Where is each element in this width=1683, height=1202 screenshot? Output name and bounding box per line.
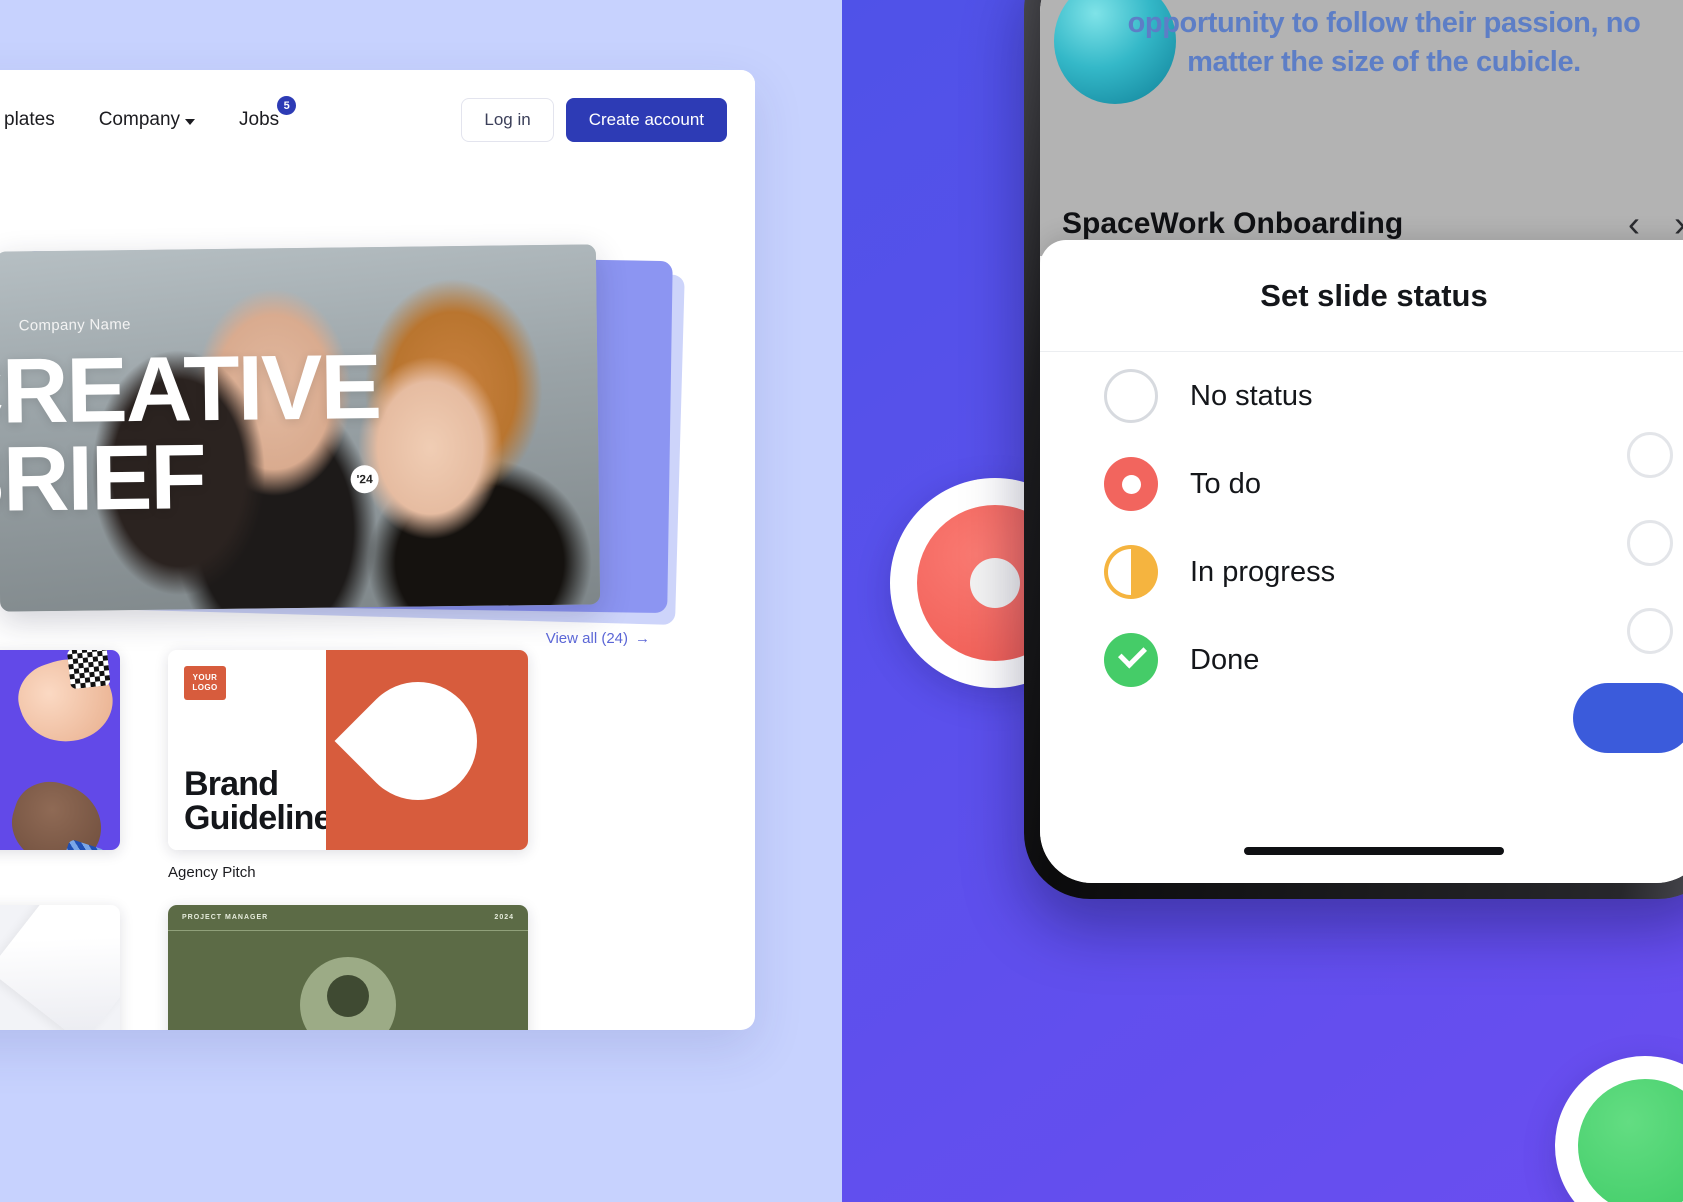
pm-header-row: PROJECT MANAGER 2024 — [168, 905, 528, 931]
hero-template-card[interactable]: Company Name CREATIVE BRIEF '24 — [0, 244, 601, 612]
template-thumb-virtual-offsite: YOUR LOGO Virtual Offsite January 2024 — [0, 650, 120, 850]
nav-label-company: Company — [98, 109, 181, 130]
view-all-label: View all (24) — [545, 630, 628, 647]
status-option-in-progress[interactable]: In progress — [1040, 528, 1683, 616]
template-card-project-manager[interactable]: PROJECT MANAGER 2024 Elliot Griffin — [168, 905, 528, 1030]
nav-label-templates: plates — [4, 109, 55, 130]
hero-title-line2: BRIEF — [0, 426, 206, 532]
slide-quote-text: To provide every person with an opportun… — [1127, 0, 1641, 78]
decorative-done-circle-icon — [1555, 1056, 1683, 1202]
nav-item-jobs[interactable]: Jobs 5 — [239, 96, 297, 131]
status-option-to-do[interactable]: To do — [1040, 440, 1683, 528]
template-card-virtual-offsite[interactable]: YOUR LOGO Virtual Offsite January 2024 — [0, 650, 120, 881]
template-title-brand-guidelines: Brand Guidelines — [184, 764, 351, 838]
view-all-link[interactable]: View all (24) → — [546, 630, 650, 647]
hand-pointing-icon — [9, 650, 120, 755]
jobs-count-badge: 5 — [277, 96, 297, 115]
template-thumb-brand-guidelines: YOUR LOGO Brand Guidelines — [168, 650, 528, 850]
phone-mockup: To provide every person with an opportun… — [1024, 0, 1683, 899]
template-card-brand-guidelines[interactable]: YOUR LOGO Brand Guidelines Agency Pitch — [168, 650, 528, 881]
right-showcase-panel: To provide every person with an opportun… — [842, 0, 1683, 1202]
hero-title: CREATIVE BRIEF — [0, 336, 381, 532]
hero-title-line1: CREATIVE — [0, 336, 381, 444]
deck-title: SpaceWork Onboarding — [1062, 207, 1404, 240]
offscreen-blue-pill — [1573, 683, 1683, 753]
ribbon-decoration — [0, 905, 120, 1030]
chevron-left-icon[interactable]: ‹ — [1628, 203, 1640, 245]
hero-carousel: Company Name CREATIVE BRIEF '24 — [0, 238, 755, 638]
nav-item-company[interactable]: Company — [98, 109, 196, 131]
sheet-title: Set slide status — [1040, 240, 1683, 352]
brand-right-pane — [326, 650, 528, 850]
navbar-links: plates Company Jobs 5 — [4, 96, 297, 131]
hero-company-label: Company Name — [18, 316, 131, 335]
chevron-down-icon — [185, 119, 196, 125]
offscreen-status-dot-2 — [1627, 520, 1673, 566]
arrow-right-icon: → — [635, 630, 650, 647]
log-in-button[interactable]: Log in — [461, 98, 554, 142]
template-thumb-project-manager: PROJECT MANAGER 2024 Elliot Griffin — [168, 905, 528, 1030]
chevron-right-icon[interactable]: › — [1674, 203, 1683, 245]
hero-year-badge: '24 — [350, 465, 379, 494]
offscreen-status-dot-1 — [1627, 432, 1673, 478]
navbar-actions: Log in Create account — [461, 98, 727, 142]
your-logo-badge: YOUR LOGO — [184, 666, 226, 700]
brand-left-pane: YOUR LOGO Brand Guidelines — [168, 650, 351, 850]
pm-header-left-label: PROJECT MANAGER — [182, 914, 269, 921]
set-slide-status-sheet: Set slide status No status To do In prog… — [1040, 240, 1683, 883]
left-showcase-panel: plates Company Jobs 5 Log in Create acco… — [0, 0, 842, 1202]
template-grid: YOUR LOGO Virtual Offsite January 2024 Y — [0, 650, 755, 1030]
deck-nav-controls: ‹ › — [1628, 203, 1683, 245]
semicircle-shape-icon — [334, 657, 502, 825]
status-label-to-do: To do — [1190, 467, 1261, 500]
template-caption-agency-pitch: Agency Pitch — [168, 864, 256, 881]
brand-title-line1: Brand — [184, 764, 279, 803]
status-label-done: Done — [1190, 643, 1260, 676]
phone-screen: To provide every person with an opportun… — [1040, 0, 1683, 883]
browser-window: plates Company Jobs 5 Log in Create acco… — [0, 70, 755, 1030]
status-option-no-status[interactable]: No status — [1040, 352, 1683, 440]
home-indicator — [1244, 847, 1504, 855]
status-label-in-progress: In progress — [1190, 555, 1336, 588]
avatar — [300, 957, 396, 1030]
check-circle-icon — [1104, 633, 1158, 687]
nav-item-templates[interactable]: plates — [4, 109, 55, 131]
empty-circle-icon — [1104, 369, 1158, 423]
nav-label-jobs: Jobs — [239, 109, 280, 130]
offscreen-status-dot-3 — [1627, 608, 1673, 654]
todo-donut-icon — [1104, 457, 1158, 511]
screenshot-stage: plates Company Jobs 5 Log in Create acco… — [0, 0, 1683, 1202]
half-circle-icon — [1104, 545, 1158, 599]
template-card-pitch-deck[interactable]: Company name Pitch deck — [0, 905, 120, 1030]
create-account-button[interactable]: Create account — [565, 98, 727, 142]
status-label-no-status: No status — [1190, 379, 1313, 412]
hand-shaka-icon — [1, 772, 113, 850]
brand-title-line2: Guidelines — [184, 799, 351, 838]
site-navbar: plates Company Jobs 5 Log in Create acco… — [0, 70, 755, 170]
pm-header-right-label: 2024 — [494, 914, 514, 921]
template-thumb-pitch-deck: Company name Pitch deck — [0, 905, 120, 1030]
